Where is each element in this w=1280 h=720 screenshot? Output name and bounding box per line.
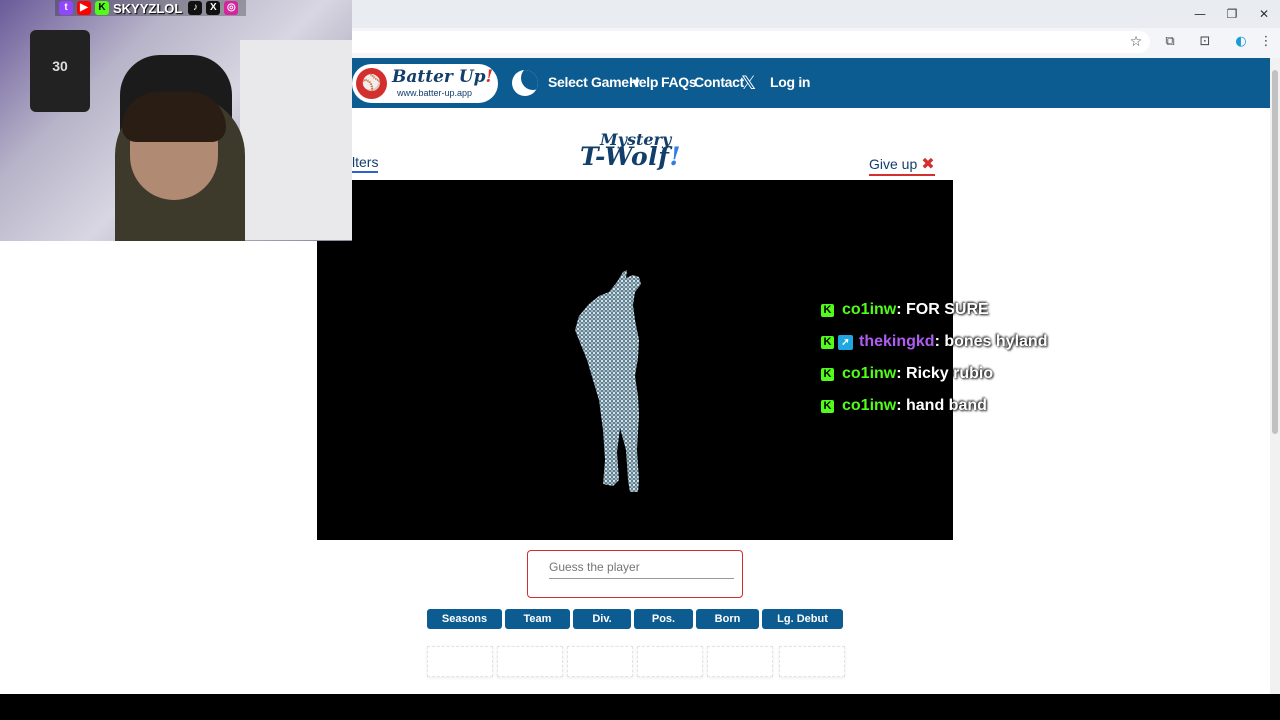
dark-mode-moon-icon[interactable]: [512, 70, 538, 96]
kick-icon: K: [821, 367, 834, 381]
chat-message: K co1inw : Ricky rubio: [821, 361, 993, 387]
chat-text: : hand band: [896, 397, 987, 414]
kick-icon: K: [821, 335, 834, 349]
guess-player-input[interactable]: [549, 558, 733, 576]
chat-text: : FOR SURE: [896, 301, 989, 318]
column-header-seasons: Seasons: [427, 609, 502, 629]
player-silhouette-icon: [575, 270, 641, 492]
chat-message: K co1inw : hand band: [821, 393, 987, 419]
nav-faqs[interactable]: FAQs: [661, 74, 697, 90]
twitch-icon: t: [59, 1, 73, 15]
game-title-team: T-Wolf!: [580, 142, 681, 171]
hanging-jersey: 30: [30, 30, 90, 112]
webcam-bed: [240, 40, 352, 240]
subscriber-badge-icon: ➚: [838, 334, 853, 350]
browser-menu-icon[interactable]: ⋮: [1257, 33, 1275, 51]
bookmark-star-icon[interactable]: ☆: [1127, 33, 1145, 51]
youtube-icon: ▶: [77, 1, 91, 15]
profile-icon[interactable]: ◐: [1232, 33, 1250, 51]
kick-icon: K: [821, 303, 834, 317]
player-silhouette-panel: [317, 180, 953, 540]
close-x-icon: ✖: [921, 154, 935, 173]
scrollbar-thumb[interactable]: [1272, 70, 1278, 434]
filters-link[interactable]: lters: [352, 154, 379, 173]
chat-text: : Ricky rubio: [896, 365, 994, 382]
nav-log-in[interactable]: Log in: [770, 74, 810, 90]
screen-share-icon[interactable]: ⊡: [1196, 33, 1214, 51]
guess-cell: [637, 646, 703, 677]
column-header-team: Team: [505, 609, 570, 629]
x-logo-icon: X: [206, 1, 221, 15]
chat-message: K ➚ thekingkd : bones hyland: [821, 329, 1047, 355]
guess-cell: [567, 646, 633, 677]
chat-username: co1inw: [842, 365, 897, 382]
logo-url: www.batter-up.app: [397, 88, 473, 98]
chat-username: co1inw: [842, 397, 897, 414]
restore-icon[interactable]: ❐: [1216, 0, 1248, 28]
bottom-black-bar: [0, 694, 1280, 720]
guess-cell: [707, 646, 773, 677]
guess-cell: [779, 646, 845, 677]
close-icon[interactable]: ✕: [1248, 0, 1280, 28]
logo-title: Batter Up!: [392, 67, 493, 87]
column-header-pos: Pos.: [634, 609, 693, 629]
x-social-icon[interactable]: 𝕏: [741, 72, 756, 94]
column-header-lg-debut: Lg. Debut: [762, 609, 843, 629]
chat-username: co1inw: [842, 301, 897, 318]
extensions-icon[interactable]: ⧉: [1161, 33, 1179, 51]
guess-cell: [497, 646, 563, 677]
social-links-bar: t ▶ K SKYYZLOL ♪ X ◎: [55, 0, 247, 16]
tiktok-icon: ♪: [188, 1, 203, 15]
streamer-name: SKYYZLOL: [113, 0, 183, 16]
kick-logo-icon: K: [95, 1, 109, 15]
nav-help[interactable]: Help: [629, 74, 658, 90]
webcam-overlay: 30 t ▶ K SKYYZLOL ♪ X ◎: [0, 0, 352, 241]
instagram-icon: ◎: [224, 1, 239, 15]
baseball-player-icon: ⚾: [356, 68, 387, 99]
input-underline: [549, 578, 734, 579]
nav-contact[interactable]: Contact: [694, 74, 744, 90]
guess-cell: [427, 646, 493, 677]
give-up-link[interactable]: Give up ✖: [869, 154, 935, 176]
streamer-hair: [122, 92, 226, 142]
column-header-born: Born: [696, 609, 759, 629]
kick-icon: K: [821, 399, 834, 413]
chat-message: K co1inw : FOR SURE: [821, 297, 989, 323]
chat-text: : bones hyland: [934, 333, 1048, 350]
nav-select-game[interactable]: Select Game ▾: [548, 74, 639, 91]
window-controls: — ❐ ✕: [1184, 0, 1280, 28]
column-header-div: Div.: [573, 609, 631, 629]
chat-username: thekingkd: [859, 333, 935, 350]
minimize-icon[interactable]: —: [1184, 0, 1216, 28]
